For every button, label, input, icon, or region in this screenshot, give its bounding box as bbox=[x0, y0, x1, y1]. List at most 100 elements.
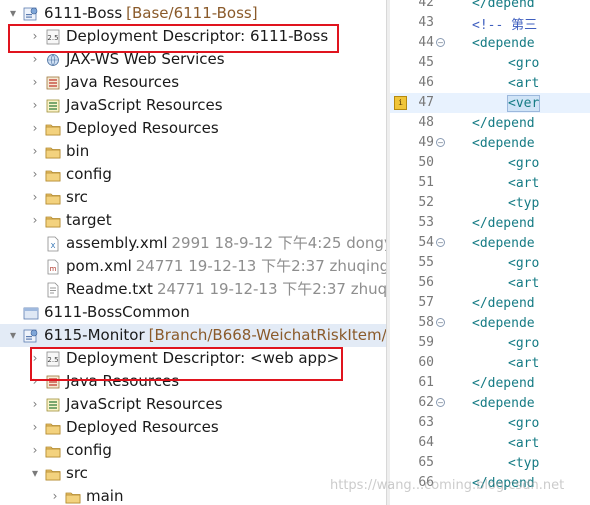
folder-icon bbox=[45, 190, 61, 206]
editor-line[interactable]: 47 i <ver bbox=[390, 93, 590, 113]
fold-toggle-icon[interactable]: – bbox=[436, 38, 445, 47]
tree-item[interactable]: › config bbox=[0, 439, 386, 462]
tree-item[interactable]: 6111-BossCommon bbox=[0, 301, 386, 324]
editor-line[interactable]: 65 <typ bbox=[390, 453, 590, 473]
line-number: 53 bbox=[418, 215, 434, 230]
editor-line[interactable]: 46 <art bbox=[390, 73, 590, 93]
line-number: 58 bbox=[418, 315, 434, 330]
tree-item-label: 6115-Monitor bbox=[44, 326, 145, 344]
tree-item[interactable]: › JavaScript Resources bbox=[0, 393, 386, 416]
javascript-resources-icon bbox=[45, 98, 61, 114]
line-number: 48 bbox=[418, 115, 434, 130]
chevron-right-icon[interactable]: › bbox=[28, 71, 42, 94]
line-number: 47 bbox=[418, 95, 434, 110]
line-number: 42 bbox=[418, 0, 434, 10]
editor-line[interactable]: 45 <gro bbox=[390, 53, 590, 73]
editor-line[interactable]: 55 <gro bbox=[390, 253, 590, 273]
tree-item[interactable]: › config bbox=[0, 163, 386, 186]
editor-line[interactable]: 50 <gro bbox=[390, 153, 590, 173]
folder-icon bbox=[45, 167, 61, 183]
tree-item[interactable]: › JavaScript Resources bbox=[0, 94, 386, 117]
chevron-right-icon[interactable]: › bbox=[48, 485, 62, 505]
tree-item-label: Deployed Resources bbox=[66, 119, 219, 137]
svg-text:m: m bbox=[50, 265, 57, 273]
chevron-right-icon[interactable]: › bbox=[28, 209, 42, 232]
editor-line[interactable]: 59 <gro bbox=[390, 333, 590, 353]
tree-item[interactable]: ▾ 6115-Monitor [Branch/B668-WeichatRiskIte… bbox=[0, 324, 386, 347]
code-text: </depend bbox=[472, 295, 535, 311]
editor-line[interactable]: 66 </depend bbox=[390, 473, 590, 493]
editor-line[interactable]: 54– <depende bbox=[390, 233, 590, 253]
tree-item[interactable]: Xassembly.xml 2991 18-9-12 下午4:25 dongy bbox=[0, 232, 386, 255]
tree-item-label: Java Resources bbox=[66, 73, 180, 91]
chevron-right-icon[interactable]: › bbox=[28, 439, 42, 462]
line-number: 49 bbox=[418, 135, 434, 150]
editor-line[interactable]: 56 <art bbox=[390, 273, 590, 293]
tree-item[interactable]: › main bbox=[0, 485, 386, 505]
editor-line[interactable]: 48 </depend bbox=[390, 113, 590, 133]
code-text: <depende bbox=[472, 135, 535, 151]
tree-item[interactable]: › target bbox=[0, 209, 386, 232]
editor-line[interactable]: 61 </depend bbox=[390, 373, 590, 393]
editor-line[interactable]: 57 </depend bbox=[390, 293, 590, 313]
line-gutter: 65 bbox=[390, 453, 437, 473]
tree-item-label: src bbox=[66, 188, 88, 206]
tree-item[interactable]: m pom.xml 24771 19-12-13 下午2:37 zhuqing bbox=[0, 255, 386, 278]
tree-item-decoration: 2991 18-9-12 下午4:25 dongy bbox=[171, 234, 386, 252]
tree-item[interactable]: Readme.txt 24771 19-12-13 下午2:37 zhuqi bbox=[0, 278, 386, 301]
chevron-right-icon[interactable]: › bbox=[28, 163, 42, 186]
editor-line[interactable]: 42 </depend bbox=[390, 0, 590, 13]
editor-line[interactable]: 62– <depende bbox=[390, 393, 590, 413]
editor-line[interactable]: 60 <art bbox=[390, 353, 590, 373]
chevron-right-icon[interactable]: › bbox=[28, 94, 42, 117]
tree-item[interactable]: ▾ src bbox=[0, 462, 386, 485]
tree-item[interactable]: › src bbox=[0, 186, 386, 209]
chevron-down-icon[interactable]: ▾ bbox=[6, 2, 20, 25]
editor-line[interactable]: 53 </depend bbox=[390, 213, 590, 233]
editor-line[interactable]: 64 <art bbox=[390, 433, 590, 453]
chevron-down-icon[interactable]: ▾ bbox=[6, 324, 20, 347]
editor-line[interactable]: 49– <depende bbox=[390, 133, 590, 153]
web-project-icon bbox=[23, 328, 39, 344]
chevron-right-icon[interactable]: › bbox=[28, 117, 42, 140]
tree-item[interactable]: › Deployed Resources bbox=[0, 416, 386, 439]
line-gutter: 43 bbox=[390, 13, 437, 33]
editor-line[interactable]: 52 <typ bbox=[390, 193, 590, 213]
editor-line[interactable]: 43 <!-- 第三 bbox=[390, 13, 590, 33]
text-file-icon bbox=[45, 282, 61, 298]
fold-toggle-icon[interactable]: – bbox=[436, 318, 445, 327]
tree-item[interactable]: › Java Resources bbox=[0, 71, 386, 94]
editor-line[interactable]: 58– <depende bbox=[390, 313, 590, 333]
line-gutter: 61 bbox=[390, 373, 437, 393]
line-number: 59 bbox=[418, 335, 434, 350]
tree-item[interactable]: ▾ 6111-Boss [Base/6111-Boss] bbox=[0, 2, 386, 25]
code-text: </depend bbox=[472, 375, 535, 391]
editor-line[interactable]: 44– <depende bbox=[390, 33, 590, 53]
fold-toggle-icon[interactable]: – bbox=[436, 398, 445, 407]
line-gutter: 50 bbox=[390, 153, 437, 173]
chevron-right-icon[interactable]: › bbox=[28, 186, 42, 209]
chevron-right-icon[interactable]: › bbox=[28, 140, 42, 163]
line-number: 61 bbox=[418, 375, 434, 390]
line-number: 56 bbox=[418, 275, 434, 290]
code-text: <art bbox=[508, 175, 540, 191]
tree-item[interactable]: › bin bbox=[0, 140, 386, 163]
line-gutter: 47 i bbox=[390, 93, 437, 113]
chevron-right-icon[interactable]: › bbox=[28, 416, 42, 439]
editor-line[interactable]: 63 <gro bbox=[390, 413, 590, 433]
editor-line[interactable]: 51 <art bbox=[390, 173, 590, 193]
warning-marker-icon[interactable]: i bbox=[394, 96, 407, 110]
xml-editor[interactable]: 42 </depend 43 <!-- 第三 44– <depende 45 <gro 46 <a… bbox=[390, 0, 590, 505]
line-number: 60 bbox=[418, 355, 434, 370]
maven-pom-icon: m bbox=[45, 259, 61, 275]
tree-item[interactable]: › Deployed Resources bbox=[0, 117, 386, 140]
code-text: <art bbox=[508, 275, 540, 291]
code-text: <typ bbox=[508, 195, 540, 211]
line-gutter: 45 bbox=[390, 53, 437, 73]
fold-toggle-icon[interactable]: – bbox=[436, 238, 445, 247]
fold-toggle-icon[interactable]: – bbox=[436, 138, 445, 147]
code-text: </depend bbox=[472, 475, 535, 491]
chevron-down-icon[interactable]: ▾ bbox=[28, 462, 42, 485]
chevron-right-icon[interactable]: › bbox=[28, 393, 42, 416]
code-text: <gro bbox=[508, 255, 540, 271]
